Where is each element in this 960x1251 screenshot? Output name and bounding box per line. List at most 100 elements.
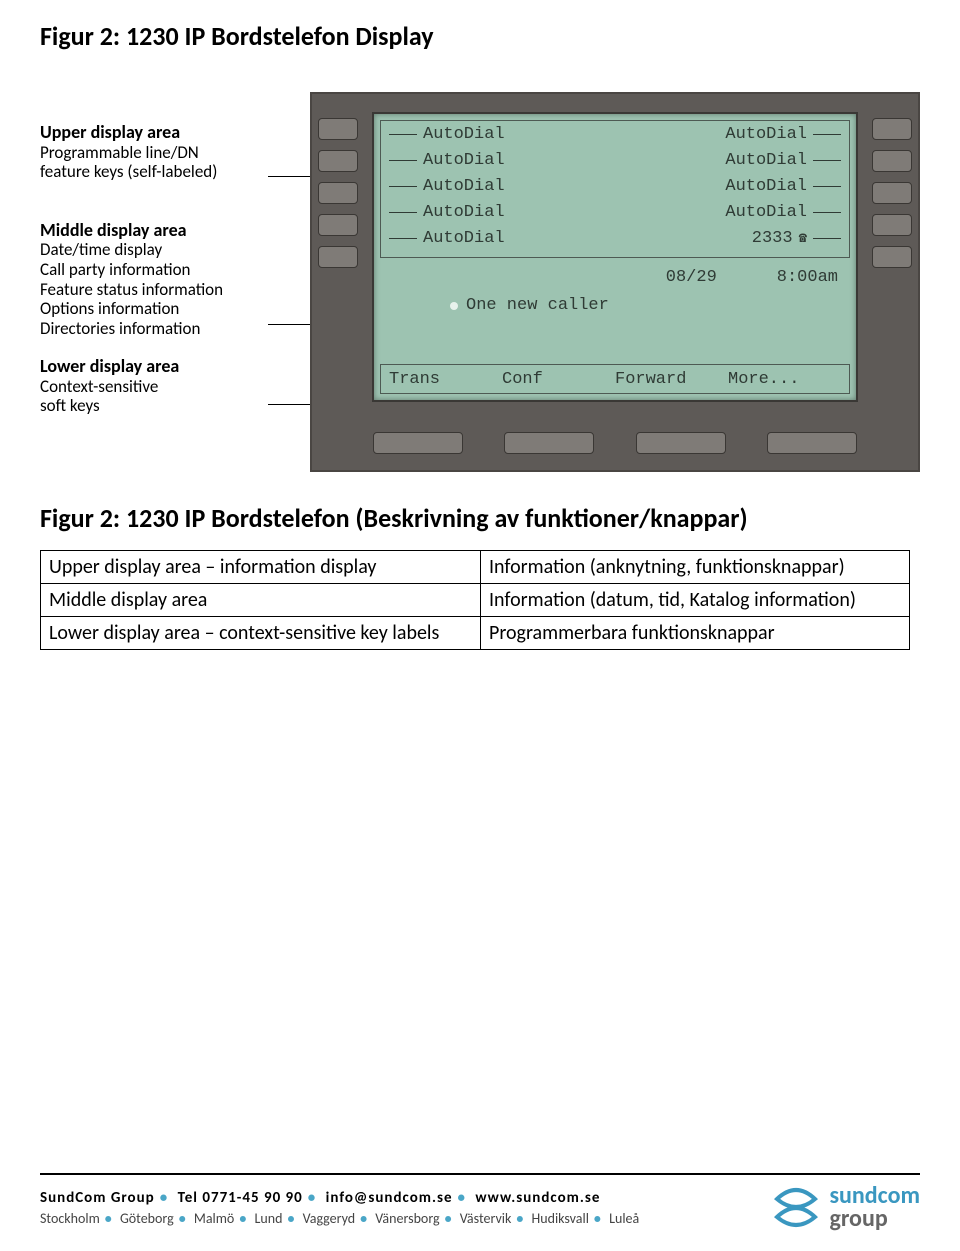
logo-mark-icon <box>773 1185 819 1231</box>
lower-label-line-1: Context-sensitive <box>40 377 270 397</box>
footer-city: Stockholm <box>40 1210 100 1227</box>
footer-city: Göteborg <box>120 1210 174 1227</box>
feature-key[interactable] <box>872 182 912 204</box>
table-cell: Lower display area – context-sensitive k… <box>41 617 481 650</box>
footer-contact-line: SundCom Group• Tel 0771-45 90 90• info@s… <box>40 1189 773 1207</box>
lcd-screen: AutoDial AutoDial AutoDial AutoDial Auto… <box>372 112 858 402</box>
dash-icon <box>389 186 417 187</box>
soft-key[interactable] <box>636 432 726 454</box>
page-footer: SundCom Group• Tel 0771-45 90 90• info@s… <box>40 1173 920 1231</box>
indicator-dot-icon <box>450 302 458 310</box>
feature-label: AutoDial <box>725 177 807 196</box>
footer-city: Luleå <box>609 1210 639 1227</box>
dash-icon <box>389 160 417 161</box>
left-side-keys <box>318 118 358 278</box>
dash-icon <box>389 212 417 213</box>
figure-2-title: Figur 2: 1230 IP Bordstelefon (Beskrivni… <box>40 502 920 534</box>
date-display: 08/29 <box>666 268 717 287</box>
upper-label-line-2: feature keys (self-labeled) <box>40 162 270 182</box>
dash-icon <box>813 212 841 213</box>
table-cell: Programmerbara funktionsknappar <box>481 617 910 650</box>
upper-label-title: Upper display area <box>40 122 270 143</box>
phone-figure: Upper display area Programmable line/DN … <box>40 92 920 472</box>
dash-icon <box>389 238 417 239</box>
softkey-label: Trans <box>389 370 502 389</box>
feature-label: AutoDial <box>725 151 807 170</box>
softkey-bar <box>372 432 858 460</box>
feature-key[interactable] <box>872 246 912 268</box>
soft-key[interactable] <box>767 432 857 454</box>
feature-row: AutoDial AutoDial <box>381 199 849 225</box>
softkey-label: More... <box>728 370 841 389</box>
description-table: Upper display area – information display… <box>40 550 910 650</box>
footer-url: www.sundcom.se <box>475 1189 600 1207</box>
dash-icon <box>813 160 841 161</box>
feature-key[interactable] <box>318 118 358 140</box>
feature-row: AutoDial 2333 ☎ <box>381 225 849 251</box>
phone-icon: ☎ <box>799 230 807 247</box>
feature-key[interactable] <box>318 150 358 172</box>
extension-number: 2333 <box>752 229 793 248</box>
figure-1-title: Figur 2: 1230 IP Bordstelefon Display <box>40 20 920 52</box>
table-cell: Information (anknytning, funktionsknappa… <box>481 551 910 584</box>
table-row: Lower display area – context-sensitive k… <box>41 617 910 650</box>
feature-label: AutoDial <box>423 203 505 222</box>
footer-cities-line: Stockholm• Göteborg• Malmö• Lund• Vagger… <box>40 1210 773 1227</box>
soft-key[interactable] <box>504 432 594 454</box>
feature-label: AutoDial <box>725 125 807 144</box>
feature-key[interactable] <box>872 214 912 236</box>
lower-label-line-2: soft keys <box>40 396 270 416</box>
feature-row: AutoDial AutoDial <box>381 147 849 173</box>
feature-label: AutoDial <box>423 229 505 248</box>
softkey-label: Conf <box>502 370 615 389</box>
right-side-keys <box>872 118 912 278</box>
table-row: Upper display area – information display… <box>41 551 910 584</box>
footer-company: SundCom Group <box>40 1189 155 1207</box>
middle-label-line-5: Directories information <box>40 319 270 339</box>
feature-key[interactable] <box>872 118 912 140</box>
feature-key[interactable] <box>318 182 358 204</box>
middle-display-area: 08/29 8:00am One new caller <box>380 264 850 321</box>
upper-label-block: Upper display area Programmable line/DN … <box>40 122 270 182</box>
middle-label-line-4: Options information <box>40 299 270 319</box>
lower-display-area: Trans Conf Forward More... <box>380 364 850 394</box>
time-display: 8:00am <box>777 268 838 287</box>
label-panel: Upper display area Programmable line/DN … <box>40 122 270 434</box>
caller-message: One new caller <box>466 296 609 315</box>
dash-icon <box>813 186 841 187</box>
feature-row: AutoDial AutoDial <box>381 173 849 199</box>
dash-icon <box>813 134 841 135</box>
logo-text: sundcom group <box>829 1185 920 1231</box>
soft-key[interactable] <box>373 432 463 454</box>
upper-label-line-1: Programmable line/DN <box>40 143 270 163</box>
middle-label-line-1: Date/time display <box>40 240 270 260</box>
logo-text-bottom: group <box>829 1204 887 1233</box>
footer-city: Vänersborg <box>375 1210 439 1227</box>
footer-phone: Tel 0771-45 90 90 <box>178 1189 303 1207</box>
dash-icon <box>813 238 841 239</box>
footer-city: Vaggeryd <box>303 1210 356 1227</box>
dash-icon <box>389 134 417 135</box>
phone-body: AutoDial AutoDial AutoDial AutoDial Auto… <box>310 92 920 472</box>
table-cell: Upper display area – information display <box>41 551 481 584</box>
softkey-label: Forward <box>615 370 728 389</box>
feature-row: AutoDial AutoDial <box>381 121 849 147</box>
middle-label-title: Middle display area <box>40 220 270 241</box>
lower-label-block: Lower display area Context-sensitive sof… <box>40 356 270 416</box>
feature-label: AutoDial <box>725 203 807 222</box>
feature-key[interactable] <box>318 246 358 268</box>
table-cell: Information (datum, tid, Katalog informa… <box>481 584 910 617</box>
feature-label: AutoDial <box>423 177 505 196</box>
company-logo: sundcom group <box>773 1185 920 1231</box>
feature-key[interactable] <box>872 150 912 172</box>
footer-city: Lund <box>254 1210 282 1227</box>
footer-email: info@sundcom.se <box>326 1189 453 1207</box>
table-cell: Middle display area <box>41 584 481 617</box>
middle-label-block: Middle display area Date/time display Ca… <box>40 220 270 338</box>
lower-label-title: Lower display area <box>40 356 270 377</box>
feature-key[interactable] <box>318 214 358 236</box>
middle-label-line-2: Call party information <box>40 260 270 280</box>
footer-city: Malmö <box>194 1210 234 1227</box>
table-row: Middle display area Information (datum, … <box>41 584 910 617</box>
footer-city: Hudiksvall <box>532 1210 589 1227</box>
